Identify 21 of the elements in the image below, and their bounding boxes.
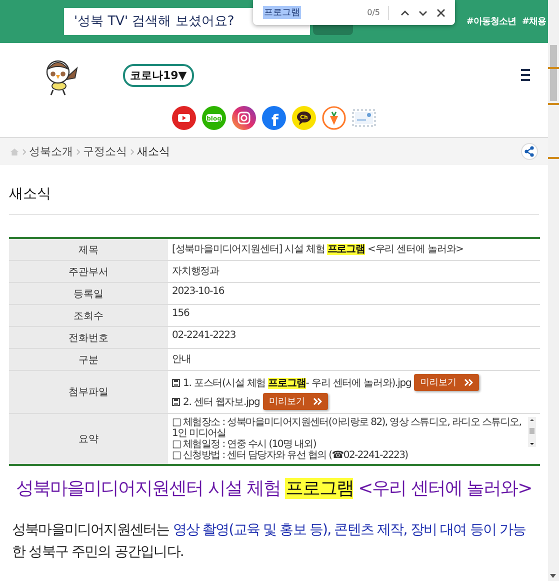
header-cell: 첨부파일 [9, 371, 168, 413]
header-cell: 주관부서 [9, 261, 168, 282]
header-cell: 제목 [9, 239, 168, 260]
table-cell-text: 156 [172, 308, 190, 319]
header-cell: 조회수 [9, 305, 168, 326]
header-cell: 요약 [9, 414, 168, 464]
article-heading: 성북마을미디어지원센터 시설 체험 프로그램 <우리 센터에 놀러와> [15, 477, 533, 501]
summary-line: □ 신청방법 : 센터 담당자와 유선 협의 (☎02-2241-2223) [172, 450, 409, 461]
table-cell-text: 2023-10-16 [172, 286, 226, 297]
match-count: 0/5 [367, 6, 389, 20]
page-title: 새소식 [9, 185, 539, 215]
header-cell: 등록일 [9, 283, 168, 304]
header-cell: 전화번호 [9, 327, 168, 348]
table-cell-text: 안내 [172, 353, 192, 366]
table-cell-text: 02-2241-2223 [172, 330, 237, 341]
header-cell: 구분 [9, 349, 168, 370]
article-paragraph: 성북마을미디어지원센터는 영상 촬영(교육 및 홍보 등), 콘텐츠 제작, 장비 대여 등이 가능 한 성북구 주민의 공간입니다. [12, 521, 527, 562]
table-cell-text: [성북마을미디어지원센터] 시설 체험 프로그램 <우리 센터에 놀러와> [172, 243, 464, 256]
summary-line: □ 체험장소 : 성북마을미디어지원센터(아리랑로 82), 영상 스튜디오, 라디오 스튜디오, 1인 미디어실 [172, 417, 522, 439]
table-cell-text: 자치행정과 [172, 265, 220, 278]
summary-line: □ 체험일정 : 연중 수시 (10명 내외) [172, 439, 318, 450]
